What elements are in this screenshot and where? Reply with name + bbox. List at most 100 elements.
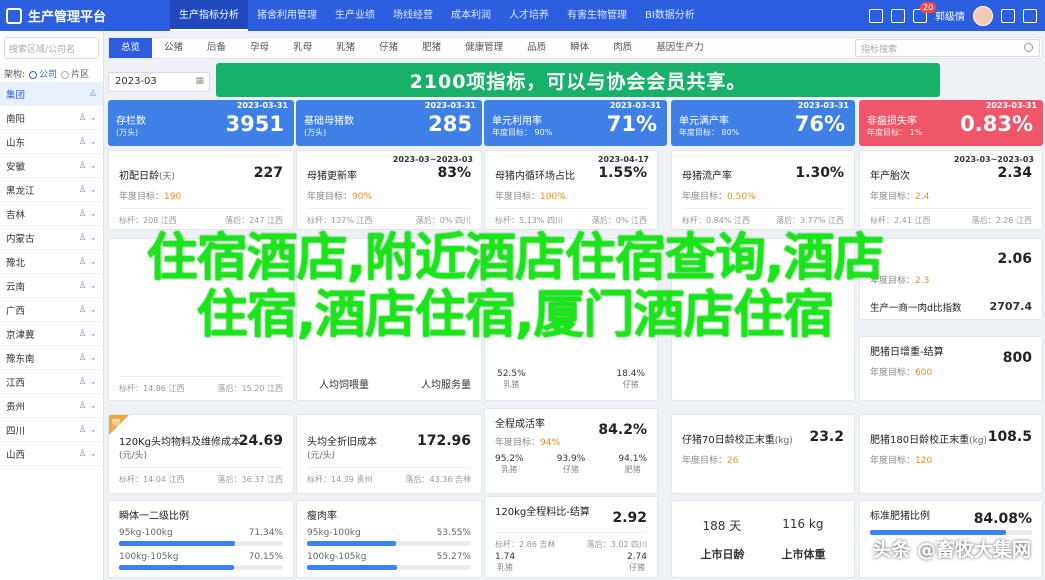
kpi-card[interactable]: 2023-03-31 单元满产率 年度目标： 80% 76% [671, 100, 855, 146]
indicator-card[interactable]: 2023-04-17 母猪内循环场占比 1.55% 年度目标：100% 标杆：5.13%… [484, 150, 658, 230]
tab-item[interactable]: 肉质 [601, 38, 644, 58]
ratio-bar-fill [307, 565, 398, 570]
topnav-item[interactable]: 猪舍利用管理 [248, 0, 326, 31]
sidebar-item[interactable]: 集团 ♙ [0, 82, 103, 106]
kpi-value: 0.83% [960, 112, 1033, 136]
sidebar-item[interactable]: 江西 ♙ ⌄ [0, 370, 103, 394]
stage-cell: 18.4% 仔猪 [616, 369, 645, 390]
card-title: 瘦肉率 [307, 511, 337, 522]
scope-area[interactable]: 片区 [61, 67, 89, 80]
indicator-card[interactable]: 肥猪180日龄校正末重(kg) 108.5 年度目标：120 [859, 414, 1043, 494]
sidebar-search-input[interactable]: 搜索区域/公司名 [4, 37, 99, 59]
sidebar-item-label: 南阳 [6, 113, 26, 125]
tab-item[interactable]: 乳母 [281, 38, 324, 58]
indicator-card[interactable]: 2023-03~2023-03 年产胎次 2.34 年度目标：2.4 标杆：2.41 江… [859, 150, 1043, 230]
kpi-card[interactable]: 2023-03-31 单元利用率 年度目标： 90% 71% [484, 100, 667, 146]
indicator-card[interactable]: 2023-03~2023-03 母猪更新率 83% 年度目标：90% 标杆：127% 江… [296, 150, 482, 230]
card-value: 172.96 [416, 433, 471, 449]
sidebar-item[interactable]: 豫东南 ♙ ⌄ [0, 346, 103, 370]
avatar[interactable] [973, 5, 993, 26]
person-expand-icon[interactable]: ♙ ⌄ [79, 401, 97, 411]
label-feed: 人均饲喂量 [319, 380, 369, 391]
indicator-card[interactable]: 瞬体一二级比例 95kg-100kg 71.34% 100kg-105kg 70.15… [108, 500, 294, 578]
fullscreen-icon[interactable] [869, 8, 883, 23]
stage-label: 仔猪 [622, 380, 639, 389]
indicator-card[interactable]: 120kg全程料比-结算 2.92 标杆：2.86 吉林 落后：3.02 四川 1… [484, 496, 658, 578]
kpi-date: 2023-03-31 [985, 101, 1037, 110]
indicator-card[interactable]: 仔猪70日龄校正末重(kg) 23.2 年度目标：26 [671, 414, 855, 494]
tab-item[interactable]: 后备 [195, 38, 238, 58]
tab-item[interactable]: 瞬体 [558, 38, 601, 58]
tab-item[interactable]: 总览 [109, 38, 153, 58]
kpi-card[interactable]: 2023-03-31 存栏数 (万头) 3951 [108, 100, 294, 146]
sidebar-item[interactable]: 黑龙江 ♙ ⌄ [0, 178, 103, 202]
app-logo[interactable]: 生产管理平台 [0, 6, 170, 25]
sidebar-item[interactable]: 吉林 ♙ ⌄ [0, 202, 103, 226]
app-title: 生产管理平台 [28, 10, 107, 25]
person-expand-icon[interactable]: ♙ [89, 89, 97, 99]
topnav-item[interactable]: 成本利润 [442, 0, 500, 31]
person-expand-icon[interactable]: ♙ ⌄ [79, 137, 97, 147]
person-expand-icon[interactable]: ♙ ⌄ [79, 209, 97, 219]
person-expand-icon[interactable]: ♙ ⌄ [79, 113, 97, 123]
tab-item[interactable]: 孕母 [238, 38, 281, 58]
indicator-card[interactable]: 全程成活率 84.2% 年度目标：94% 95.2% 乳猪 93.9% 仔猪 94.… [484, 408, 658, 494]
tab-item[interactable]: 品质 [515, 38, 558, 58]
sidebar-item[interactable]: 四川 ♙ ⌄ [0, 418, 103, 442]
card-goal: 年度目标：0.50% [682, 189, 844, 202]
sidebar-item[interactable]: 贵州 ♙ ⌄ [0, 394, 103, 418]
close-icon[interactable] [1023, 8, 1037, 23]
card-value: 83% [437, 165, 471, 181]
tab-item[interactable]: 基因生产力 [644, 38, 716, 58]
card-footer: 标杆：0.84% 江西 落后：3.77% 江西 [682, 208, 844, 226]
window-icon[interactable] [1001, 8, 1015, 23]
indicator-card[interactable]: 头均全折旧成本 (元/头) 172.96 标杆：14.39 贵州 落后：43.36… [296, 414, 482, 494]
stage-cell: 2.74 仔猪 [627, 552, 647, 573]
tab-item[interactable]: 公猪 [152, 38, 195, 58]
person-expand-icon[interactable]: ♙ ⌄ [79, 161, 97, 171]
indicator-card[interactable]: 188 天 116 kg 上市日龄 上市体重 [671, 500, 855, 578]
topnav-item[interactable]: 有害生物管理 [558, 0, 636, 31]
scope-option-label: 片区 [71, 70, 90, 80]
sidebar-item[interactable]: 山西 ♙ ⌄ [0, 442, 103, 466]
person-expand-icon[interactable]: ♙ ⌄ [79, 185, 97, 195]
person-expand-icon[interactable]: ♙ ⌄ [79, 353, 97, 363]
sidebar-item[interactable]: 山东 ♙ ⌄ [0, 130, 103, 154]
card-footer: 标杆：14.86 江西 落后：15.20 江西 [119, 376, 283, 394]
person-expand-icon[interactable]: ♙ ⌄ [79, 425, 97, 435]
topnav-item[interactable]: 生产指标分析 [170, 0, 248, 31]
kpi-card[interactable]: 2023-03-31 非瘟损失率 年度目标： 1% 0.83% [859, 100, 1043, 146]
indicator-card[interactable]: 肥猪日增重-结算 800 年度目标：600 [859, 336, 1043, 401]
topnav-item[interactable]: 场线经营 [384, 0, 442, 31]
person-expand-icon[interactable]: ♙ ⌄ [79, 449, 97, 459]
user-name[interactable]: 郭级情 [935, 8, 965, 23]
edit-icon[interactable] [891, 8, 905, 23]
scope-company[interactable]: 公司 [29, 67, 57, 80]
person-expand-icon[interactable]: ♙ ⌄ [79, 377, 97, 387]
indicator-card[interactable]: 物 120Kg头均物料及维修成本 (元/头) 24.69 标杆：14.04 江西… [108, 414, 294, 494]
indicator-search-input[interactable]: 指标搜索 [855, 39, 1040, 57]
feed-breakdown: 1.74 乳猪 2.74 仔猪 [495, 552, 647, 573]
benchmark-text: 标杆：127% 江西 [307, 216, 373, 225]
topnav-item[interactable]: 人才培养 [500, 0, 558, 31]
ratio-labels: 95kg-100kg 71.34% [119, 528, 283, 538]
indicator-card[interactable]: 瘦肉率 95kg-100kg 53.55% 100kg-105kg 55.27% [296, 500, 482, 578]
kpi-card[interactable]: 2023-03-31 基础母猪数 (万头) 285 [296, 100, 482, 146]
sidebar-item[interactable]: 安徽 ♙ ⌄ [0, 154, 103, 178]
topnav-item[interactable]: 生产业绩 [326, 0, 384, 31]
card-unit: (元/头) [307, 451, 336, 461]
watermark: 头条 @畜牧大集网 [872, 539, 1031, 561]
sidebar-item[interactable]: 南阳 ♙ ⌄ [0, 106, 103, 130]
tab-item[interactable]: 乳猪 [324, 38, 367, 58]
tab-item[interactable]: 肥猪 [410, 38, 453, 58]
card-footer: 标杆：208 江西 落后：247 江西 [119, 208, 283, 226]
indicator-card[interactable]: 母猪流产率 1.30% 年度目标：0.50% 标杆：0.84% 江西 落后：3.77% … [671, 150, 855, 230]
date-picker[interactable]: 2023-03 ▦ [108, 72, 210, 92]
tab-item[interactable]: 仔猪 [367, 38, 410, 58]
bell-icon[interactable]: 20 [913, 1, 937, 23]
topnav-item[interactable]: BI数据分析 [636, 0, 704, 31]
tab-item[interactable]: 健康管理 [453, 38, 515, 58]
indicator-card[interactable]: 初配日龄(天) 227 年度目标：190 标杆：208 江西 落后：247 江西 [108, 150, 294, 230]
laggard-text: 落后：0% 江西 [591, 216, 647, 225]
overlay-line: 住宿,酒店住宿,厦门酒店住宿 [196, 286, 835, 345]
